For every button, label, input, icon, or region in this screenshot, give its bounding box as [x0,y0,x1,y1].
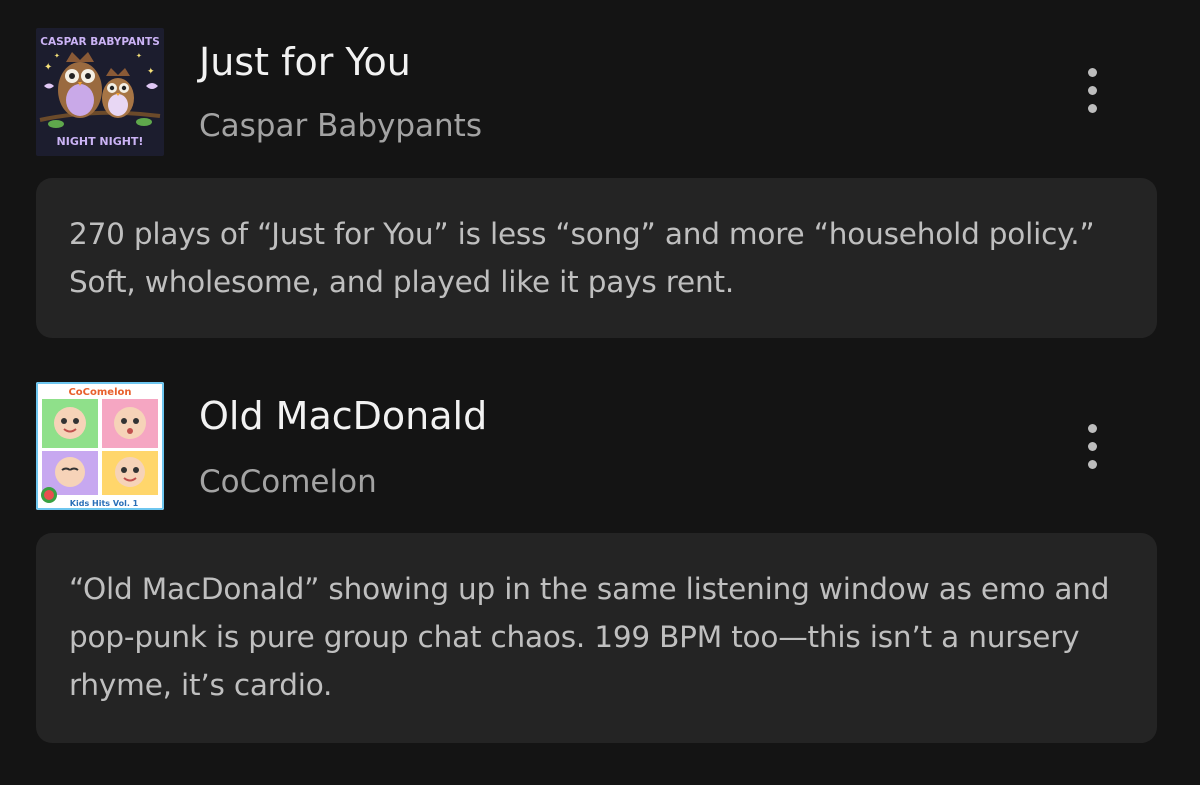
album-art-owls: CASPAR BABYPANTS ✦ ✦ ✦ ✦ NIGHT NIGHT! [36,28,164,156]
track-artist[interactable]: CoComelon [199,464,377,500]
cover-bottom-text: Kids Hits Vol. 1 [70,499,139,508]
track-row[interactable]: CoComelon Kids Hits Vol. 1 Old MacDonald… [0,382,1200,532]
svg-text:✦: ✦ [44,62,52,73]
comment-text: “Old MacDonald” showing up in the same l… [69,572,1110,702]
more-vertical-icon[interactable] [1072,58,1112,122]
svg-text:✦: ✦ [147,67,155,77]
cover-bottom-text: NIGHT NIGHT! [57,135,144,148]
svg-text:✦: ✦ [54,52,60,60]
comment-card: “Old MacDonald” showing up in the same l… [36,533,1157,743]
album-art: CASPAR BABYPANTS ✦ ✦ ✦ ✦ NIGHT NIGHT! [36,28,164,156]
track-artist[interactable]: Caspar Babypants [199,108,482,144]
track-title[interactable]: Old MacDonald [199,394,487,438]
comment-text: 270 plays of “Just for You” is less “son… [69,217,1095,299]
svg-text:✦: ✦ [136,52,142,60]
track-row[interactable]: CASPAR BABYPANTS ✦ ✦ ✦ ✦ NIGHT NIGHT! Ju… [0,28,1200,178]
track-title[interactable]: Just for You [199,40,411,84]
comment-card: 270 plays of “Just for You” is less “son… [36,178,1157,338]
track-list: CASPAR BABYPANTS ✦ ✦ ✦ ✦ NIGHT NIGHT! Ju… [0,0,1200,785]
cover-top-text: CASPAR BABYPANTS [40,36,160,48]
more-vertical-icon[interactable] [1072,414,1112,478]
album-art: CoComelon Kids Hits Vol. 1 [36,382,164,510]
cover-top-text: CoComelon [68,387,131,398]
album-art-cocomelon: CoComelon Kids Hits Vol. 1 [36,382,164,510]
